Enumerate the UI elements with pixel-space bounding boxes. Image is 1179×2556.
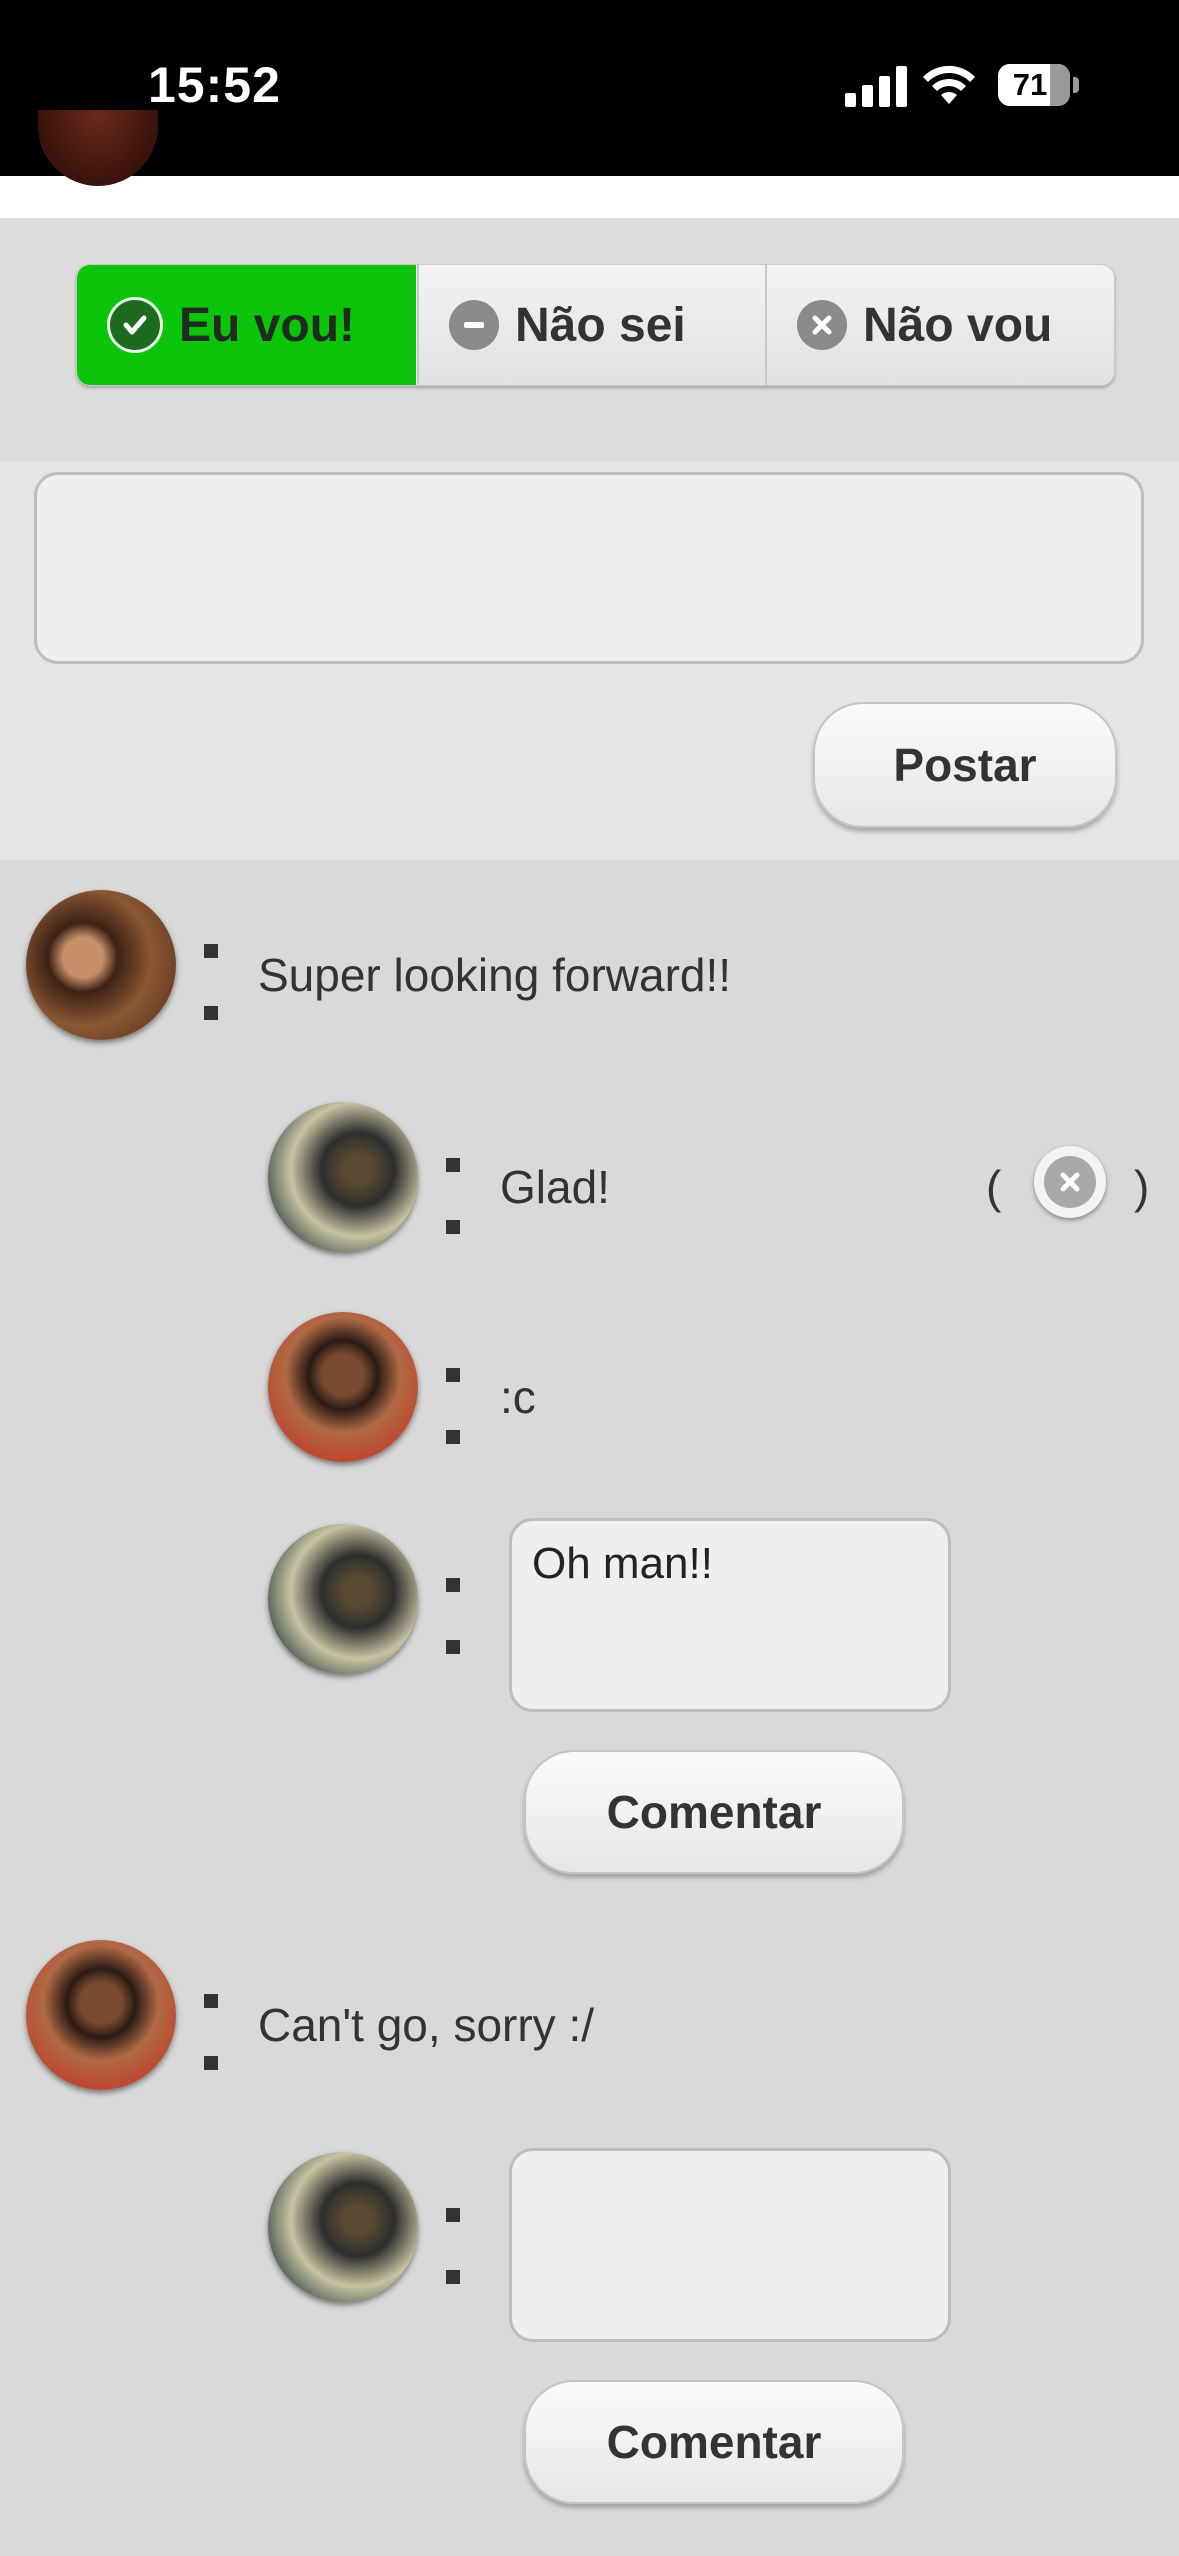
post-button[interactable]: Postar	[813, 702, 1117, 828]
colon-separator	[446, 1368, 462, 1448]
battery-cap	[1073, 77, 1079, 93]
rsvp-no-button[interactable]: Não vou	[765, 265, 1114, 385]
x-circle-icon	[1044, 1156, 1096, 1208]
rsvp-maybe-button[interactable]: Não sei	[417, 265, 766, 385]
avatar[interactable]	[268, 1524, 418, 1674]
avatar[interactable]	[268, 1102, 418, 1252]
reply-textarea[interactable]: Oh man!!	[509, 1518, 951, 1712]
minus-circle-icon	[449, 300, 499, 350]
avatar[interactable]	[268, 1312, 418, 1462]
rsvp-yes-label: Eu vou!	[179, 298, 355, 352]
colon-separator	[446, 1578, 462, 1658]
comment-text: Super looking forward!!	[258, 949, 732, 1001]
status-time: 15:52	[148, 57, 281, 113]
reply-textarea[interactable]	[509, 2148, 951, 2342]
post-textarea[interactable]	[34, 472, 1144, 664]
reply-text: :c	[500, 1371, 536, 1423]
battery-icon: 71	[998, 64, 1070, 106]
rsvp-no-label: Não vou	[863, 298, 1053, 352]
avatar[interactable]	[268, 2152, 418, 2302]
colon-separator	[446, 1158, 462, 1238]
check-circle-icon	[107, 297, 163, 353]
comment-text: Can't go, sorry :/	[258, 1999, 595, 2051]
delete-reply-button[interactable]	[1034, 1146, 1106, 1218]
comment-button[interactable]: Comentar	[524, 2380, 904, 2504]
colon-separator	[446, 2208, 462, 2288]
cellular-signal-icon	[845, 65, 907, 107]
reply-text: Glad!	[500, 1161, 610, 1213]
x-circle-icon	[797, 300, 847, 350]
colon-separator	[204, 944, 220, 1024]
delete-paren-open: (	[986, 1161, 1002, 1213]
wifi-icon	[923, 65, 975, 104]
header-strip	[0, 176, 1179, 218]
colon-separator	[204, 1994, 220, 2074]
delete-paren-close: )	[1134, 1161, 1150, 1213]
battery-level: 71	[1012, 67, 1048, 102]
rsvp-segmented-control: Eu vou! Não sei Não vou	[76, 264, 1115, 386]
avatar[interactable]	[26, 1940, 176, 2090]
avatar[interactable]	[26, 890, 176, 1040]
comment-button[interactable]: Comentar	[524, 1750, 904, 1874]
rsvp-maybe-label: Não sei	[515, 298, 686, 352]
rsvp-yes-button[interactable]: Eu vou!	[77, 265, 416, 385]
